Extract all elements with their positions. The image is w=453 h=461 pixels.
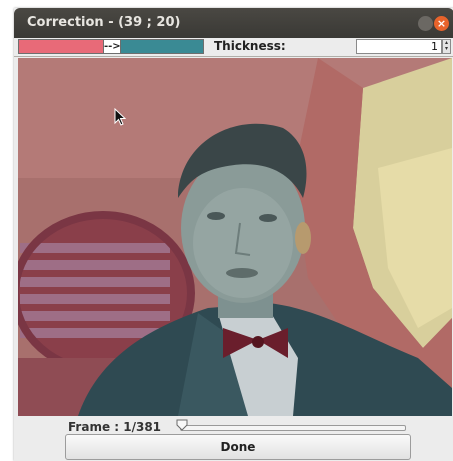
frame-slider-track[interactable] bbox=[180, 425, 406, 431]
thickness-spinner[interactable]: ▴ ▾ bbox=[442, 39, 451, 54]
correction-window: Correction - (39 ; 20) × --> Thickness: … bbox=[14, 8, 453, 461]
target-color-swatch[interactable] bbox=[120, 39, 204, 54]
video-frame-canvas[interactable] bbox=[18, 58, 452, 416]
source-color-swatch[interactable] bbox=[18, 39, 104, 54]
bottom-panel: Frame : 1/381 Done bbox=[14, 418, 453, 461]
mouse-cursor-icon bbox=[114, 108, 127, 126]
window-title: Correction - (39 ; 20) bbox=[27, 15, 181, 30]
minimize-button[interactable] bbox=[418, 16, 433, 31]
frame-slider-thumb[interactable] bbox=[176, 419, 188, 431]
thickness-label: Thickness: bbox=[214, 39, 286, 53]
done-button[interactable]: Done bbox=[65, 434, 411, 460]
frame-counter: Frame : 1/381 bbox=[68, 420, 162, 434]
spin-down-icon[interactable]: ▾ bbox=[443, 46, 450, 52]
video-frame-image bbox=[18, 58, 452, 416]
close-button[interactable]: × bbox=[434, 16, 449, 31]
title-bar[interactable]: Correction - (39 ; 20) × bbox=[14, 8, 453, 38]
thickness-input[interactable]: 1 bbox=[356, 39, 442, 54]
toolbar: --> Thickness: 1 ▴ ▾ bbox=[14, 38, 453, 57]
arrow-label: --> bbox=[104, 39, 121, 54]
